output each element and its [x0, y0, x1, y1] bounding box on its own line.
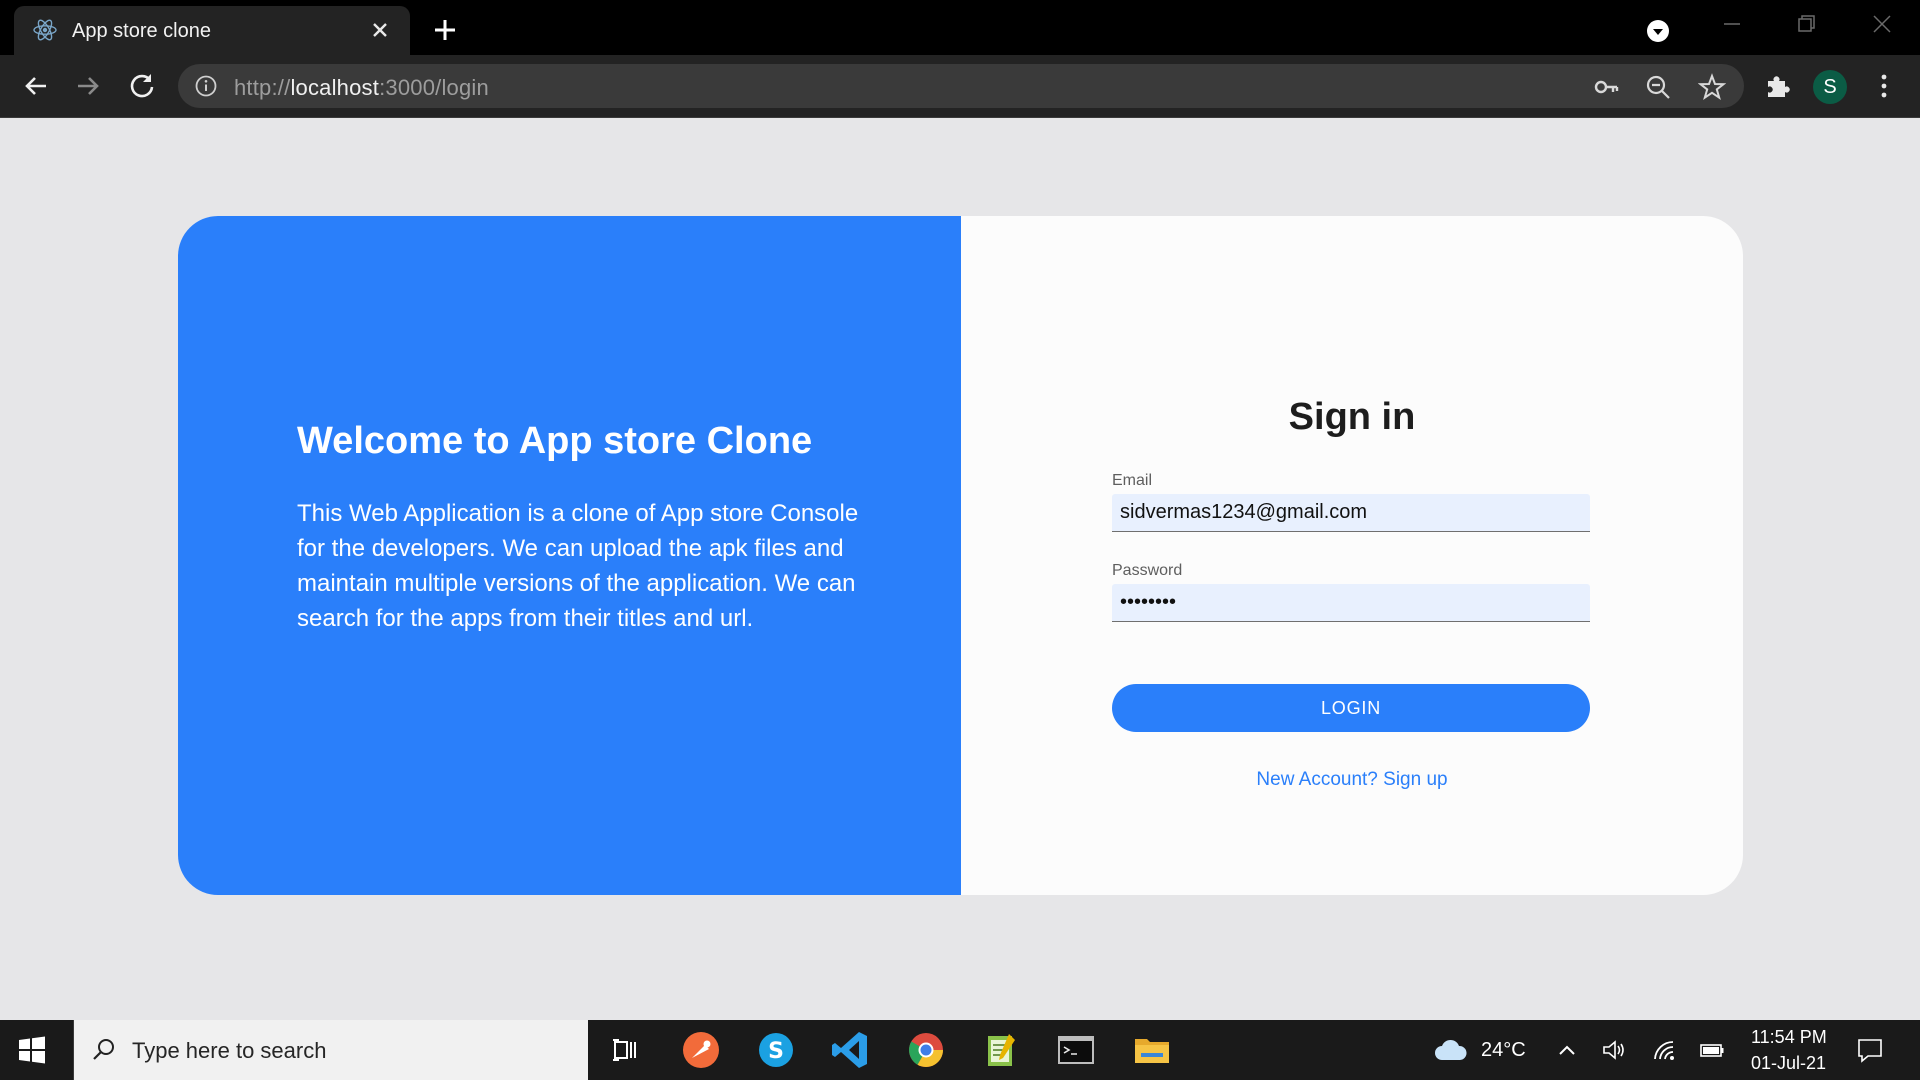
puzzle-icon[interactable]	[1760, 68, 1796, 104]
minimize-icon[interactable]	[1712, 10, 1752, 40]
password-label: Password	[1112, 562, 1183, 579]
kebab-menu-icon[interactable]	[1866, 68, 1902, 104]
browser-tab-bar: App store clone	[0, 0, 1920, 55]
clock-date[interactable]: 01-Jul-21	[1751, 1053, 1826, 1074]
cloud-icon[interactable]	[1433, 1036, 1469, 1064]
close-icon[interactable]	[366, 16, 394, 44]
star-icon[interactable]	[1698, 73, 1726, 101]
task-view-icon[interactable]	[603, 1028, 647, 1072]
email-label: Email	[1112, 472, 1153, 489]
windows-taskbar: Type here to search S 24°C 11:54 PM 01-J…	[0, 1020, 1920, 1080]
login-button[interactable]: LOGIN	[1112, 684, 1590, 732]
folder-icon[interactable]	[1130, 1028, 1174, 1072]
signup-link[interactable]: New Account? Sign up	[961, 769, 1743, 791]
tab-search-icon[interactable]	[1641, 14, 1675, 48]
welcome-panel: Welcome to App store Clone This Web Appl…	[178, 216, 961, 895]
signin-panel: Sign in Email Password LOGIN New Account…	[961, 216, 1743, 895]
battery-icon[interactable]	[1698, 1036, 1726, 1064]
taskbar-search-box[interactable]: Type here to search	[73, 1020, 588, 1080]
profile-avatar[interactable]: S	[1813, 70, 1847, 104]
notepad-icon[interactable]	[979, 1028, 1023, 1072]
reload-icon[interactable]	[124, 68, 160, 104]
svg-text:S: S	[768, 1039, 784, 1064]
info-icon[interactable]	[194, 74, 218, 98]
login-card: Welcome to App store Clone This Web Appl…	[178, 216, 1743, 895]
address-bar[interactable]: http://localhost:3000/login	[178, 64, 1744, 108]
chrome-icon[interactable]	[904, 1028, 948, 1072]
tab-title: App store clone	[72, 20, 211, 42]
speaker-icon[interactable]	[1600, 1036, 1628, 1064]
password-field[interactable]	[1112, 584, 1590, 622]
welcome-description: This Web Application is a clone of App s…	[297, 500, 859, 632]
search-icon	[93, 1039, 114, 1060]
url-text[interactable]: http://localhost:3000/login	[234, 75, 489, 101]
react-icon	[33, 19, 57, 41]
browser-tab[interactable]: App store clone	[14, 6, 410, 55]
browser-toolbar: http://localhost:3000/login S	[0, 55, 1920, 118]
chevron-up-icon[interactable]	[1553, 1036, 1581, 1064]
wifi-icon[interactable]	[1651, 1036, 1679, 1064]
weather-temperature[interactable]: 24°C	[1481, 1039, 1526, 1062]
skype-icon[interactable]: S	[754, 1028, 798, 1072]
clock-time[interactable]: 11:54 PM	[1751, 1027, 1827, 1048]
signin-title: Sign in	[1288, 396, 1416, 438]
taskbar-search-placeholder: Type here to search	[132, 1038, 327, 1063]
restore-icon[interactable]	[1786, 10, 1826, 40]
notification-icon[interactable]	[1856, 1036, 1884, 1064]
vscode-icon[interactable]	[829, 1028, 873, 1072]
email-field[interactable]	[1112, 494, 1590, 532]
zoom-icon[interactable]	[1644, 73, 1672, 101]
terminal-icon[interactable]	[1054, 1028, 1098, 1072]
plus-icon[interactable]	[428, 13, 462, 47]
email-field-group: Email	[1112, 472, 1590, 532]
welcome-title: Welcome to App store Clone	[297, 420, 813, 462]
password-field-group: Password	[1112, 562, 1590, 622]
forward-arrow-icon[interactable]	[70, 68, 106, 104]
key-icon[interactable]	[1592, 73, 1620, 101]
postman-icon[interactable]	[679, 1028, 723, 1072]
window-close-icon[interactable]	[1862, 10, 1902, 40]
windows-icon[interactable]	[17, 1035, 47, 1065]
back-arrow-icon[interactable]	[18, 68, 54, 104]
